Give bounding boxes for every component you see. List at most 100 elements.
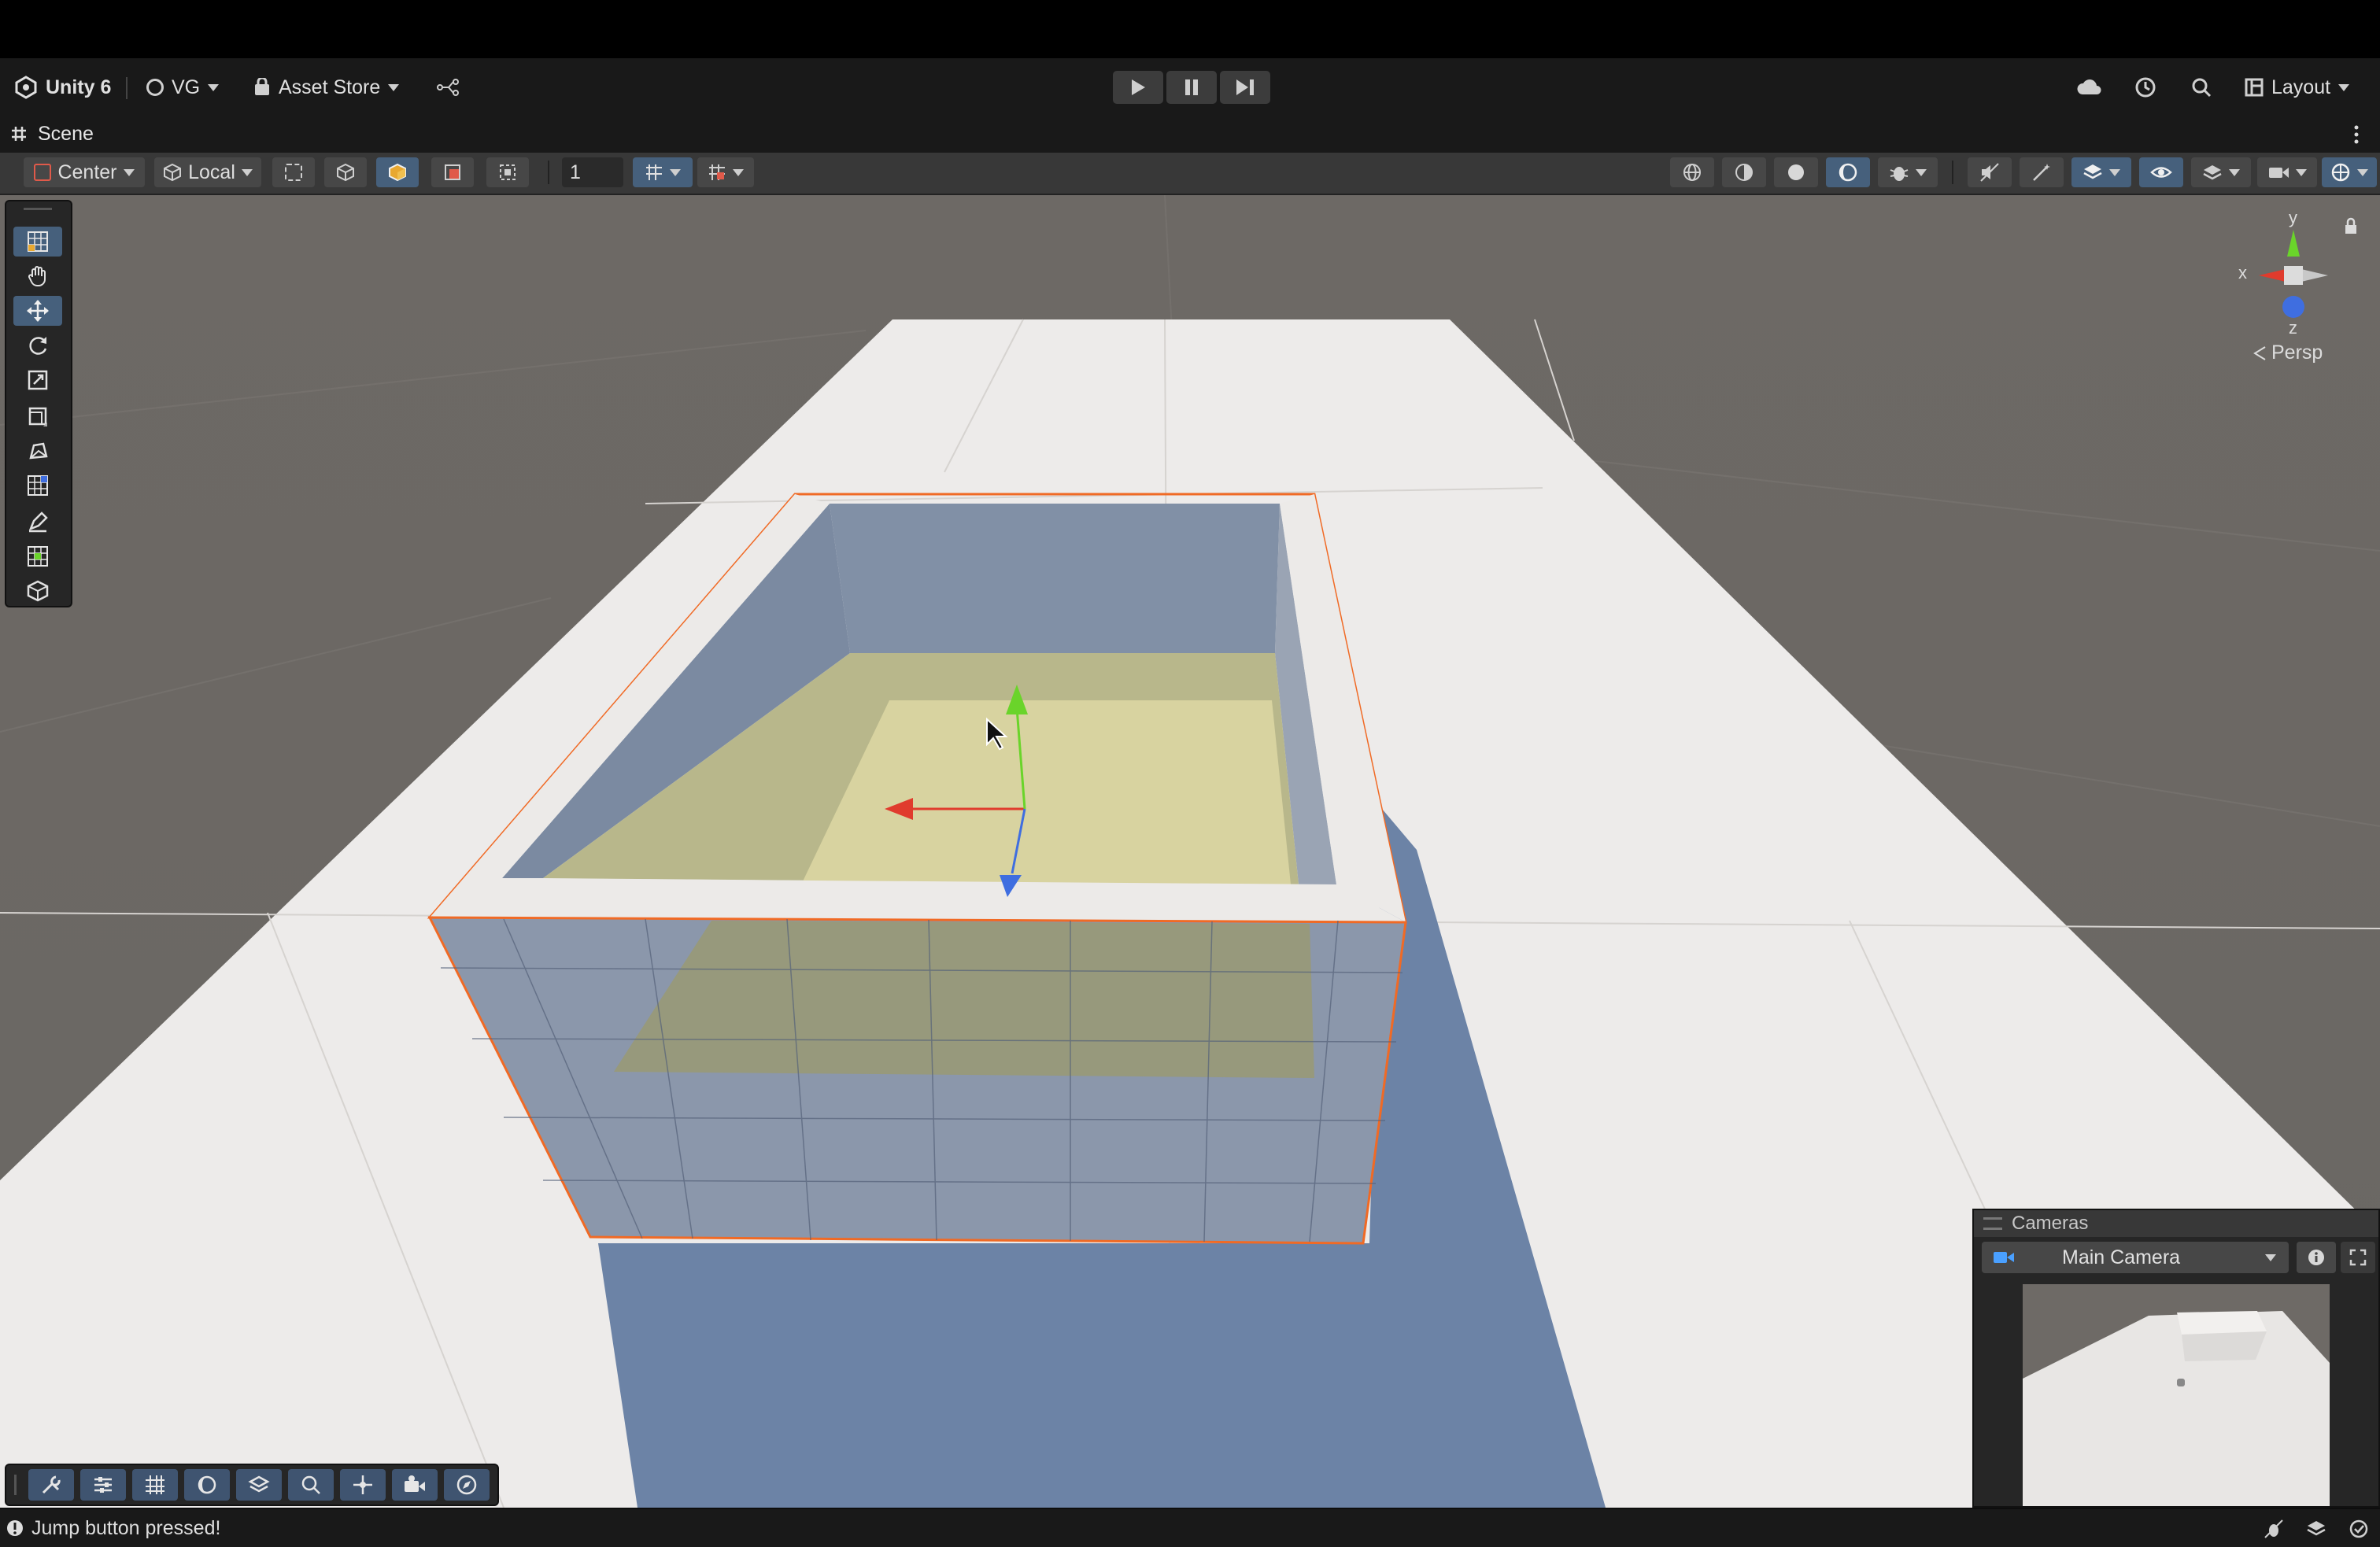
grid-increment-value: 1 [570,161,581,183]
layout-dropdown[interactable]: Layout [2245,72,2350,102]
shaded-wireframe-button[interactable] [1722,157,1766,187]
poly-shape-tool-button[interactable] [13,436,62,466]
search-button[interactable] [2191,72,2212,102]
console-message[interactable]: Jump button pressed! [31,1517,220,1540]
unity-logo-icon [15,76,37,99]
pivot-rotation-dropdown[interactable]: Local [154,157,261,187]
tool-settings-button[interactable] [80,1469,126,1501]
effects-toggle-button[interactable] [2020,157,2064,187]
chevron-down-icon [733,168,744,176]
pivot-button[interactable] [340,1469,386,1501]
layers-dropdown[interactable] [2071,157,2131,187]
progress-layers-icon[interactable] [2306,1519,2326,1539]
move-tool-button[interactable] [13,296,62,326]
step-icon [1236,79,1254,95]
camera-selector[interactable]: Main Camera [1982,1242,2289,1273]
render-layers-dropdown[interactable] [2191,157,2251,187]
pivot-move-icon [353,1475,372,1494]
product-name: Unity 6 [46,76,112,98]
tab-bar: Scene [0,115,2380,154]
camera-options-dropdown[interactable] [2341,1242,2375,1273]
tab-scene[interactable]: Scene [11,115,94,153]
eye-icon [2150,167,2172,178]
camera-info-button[interactable] [2297,1242,2336,1273]
check-circle-icon[interactable] [2349,1519,2369,1539]
grid-visibility-icon [709,164,725,180]
kebab-menu-button[interactable] [2349,123,2364,146]
chevron-down-icon [670,168,681,176]
rect-select-button[interactable] [272,157,315,187]
search-scene-button[interactable] [288,1469,334,1501]
history-button[interactable] [2134,72,2156,102]
scene-visibility-button[interactable] [2139,157,2183,187]
orientation-button[interactable] [184,1469,230,1501]
hand-icon [28,266,46,286]
lock-icon[interactable] [2344,217,2358,234]
step-button[interactable] [1220,71,1270,104]
uv-editor-button[interactable] [13,471,62,500]
view-tool-grid-button[interactable] [13,227,62,257]
drag-handle[interactable] [24,208,52,210]
sliders-icon [94,1477,112,1493]
pivot-mode-label: Center [57,161,117,183]
object-mode-button[interactable] [324,157,367,187]
tools-settings-button[interactable] [28,1469,74,1501]
layers-icon [2203,165,2222,180]
pause-button[interactable] [1166,71,1217,104]
hand-tool-button[interactable] [13,261,62,291]
version-control-icon [437,79,459,96]
play-button[interactable] [1113,71,1163,104]
grid-visibility-dropdown[interactable] [697,157,754,187]
version-control-button[interactable] [436,72,460,102]
gizmos-dropdown[interactable] [2322,157,2377,187]
scale-tool-button[interactable] [13,365,62,395]
orientation-gizmo[interactable]: y x z [2227,206,2356,364]
face-mode-button[interactable] [376,157,419,187]
custom-tool-button[interactable] [13,576,62,606]
drag-handle[interactable] [14,1475,17,1495]
selected-camera-label: Main Camera [2062,1246,2181,1268]
edge-select-icon [445,164,460,180]
audio-toggle-button[interactable] [1968,157,2012,187]
unity-menu[interactable]: Unity 6 [14,72,111,102]
grid-settings-button[interactable] [13,541,62,571]
cube-face-icon [389,163,406,182]
playmode-controls [1113,71,1270,104]
navigation-button[interactable] [444,1469,490,1501]
overlay-toolbar [5,1464,499,1506]
camera-preview-render [2023,1284,2330,1506]
cloud-button[interactable] [2076,72,2101,102]
search-icon [2192,78,2212,98]
pivot-mode-dropdown[interactable]: Center [24,157,145,187]
edge-mode-button[interactable] [431,157,474,187]
debug-draw-dropdown[interactable] [1878,157,1938,187]
debug-off-icon[interactable] [2264,1519,2284,1539]
drag-handle[interactable] [1983,1217,2002,1230]
cameras-title: Cameras [2012,1213,2089,1234]
camera-preview [2023,1284,2330,1506]
shape-tool-button[interactable] [13,401,62,431]
grid-snap-icon [646,164,662,180]
projection-toggle[interactable]: Persp [2252,342,2323,364]
vertex-mode-button[interactable] [486,157,529,187]
account-dropdown[interactable]: VG [146,72,220,102]
fullscreen-icon [2349,1249,2367,1266]
cameras-header[interactable]: Cameras [1974,1210,2378,1237]
asset-store-dropdown[interactable]: Asset Store [253,72,400,102]
rotate-tool-button[interactable] [13,330,62,360]
camera-view-button[interactable] [392,1469,438,1501]
layer-visibility-button[interactable] [236,1469,282,1501]
shaded-button[interactable] [1774,157,1818,187]
grid-snap-dropdown[interactable] [633,157,693,187]
camera-settings-dropdown[interactable] [2257,157,2317,187]
chevron-down-icon [2229,168,2240,176]
main-toolbar: Unity 6 VG Asset Store Layout [0,58,2380,115]
effects-icon [2033,164,2050,181]
lighting-toggle-button[interactable] [1826,157,1870,187]
draw-mode-button[interactable] [1670,157,1714,187]
grid-snapping-button[interactable] [132,1469,178,1501]
history-icon [2135,77,2156,98]
grid-increment-field[interactable]: 1 [562,157,623,187]
draw-tool-button[interactable] [13,507,62,537]
pivot-center-icon [34,164,52,181]
